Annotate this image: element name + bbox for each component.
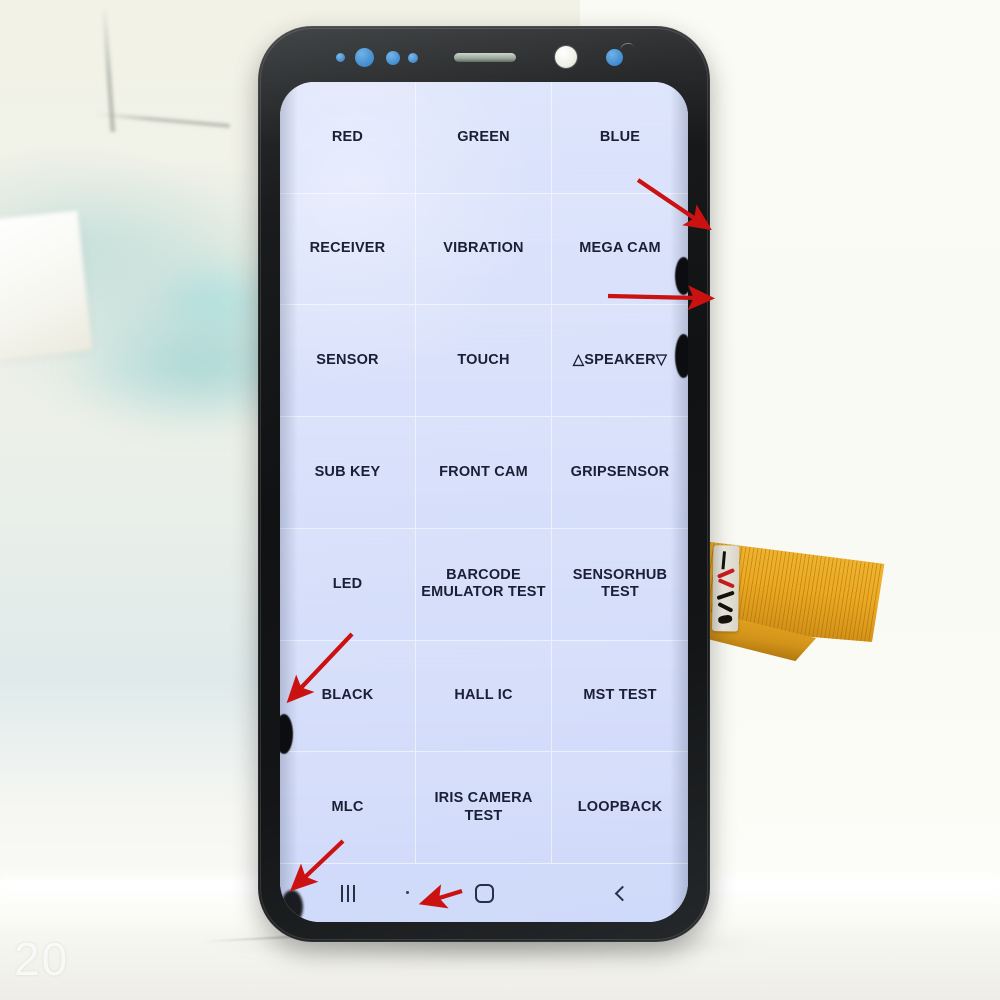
test-button-touch[interactable]: TOUCH [416,305,552,418]
label-mark [717,614,733,625]
screen-defect-dot [406,891,409,894]
sensor-dot-right-icon [606,49,623,66]
image-watermark: 20 [14,933,70,985]
test-button-black[interactable]: BLACK [280,640,416,753]
test-button-sub-key[interactable]: SUB KEY [280,417,416,529]
sensor-dot-icon [336,53,345,62]
nav-back-button[interactable] [592,873,648,913]
test-button-mst[interactable]: MST TEST [552,640,688,753]
service-mode-test-grid: RED GREEN BLUE RECEIVER VIBRATION MEGA C… [280,82,688,864]
test-button-led[interactable]: LED [280,528,416,641]
test-button-front-cam[interactable]: FRONT CAM [416,417,552,529]
screen-defect-right-lower [675,334,688,378]
screen-defect-bottom-left [281,890,303,922]
smartphone-device: RED GREEN BLUE RECEIVER VIBRATION MEGA C… [258,26,710,942]
back-chevron-icon [614,885,630,901]
android-navigation-bar [280,864,688,922]
nav-home-button[interactable] [456,873,512,913]
phone-display[interactable]: RED GREEN BLUE RECEIVER VIBRATION MEGA C… [280,82,688,922]
test-button-vibration[interactable]: VIBRATION [416,193,552,306]
test-button-mlc[interactable]: MLC [280,752,416,864]
test-button-gripsensor[interactable]: GRIPSENSOR [552,417,688,529]
flex-cable-label [711,545,740,632]
test-button-speaker[interactable]: △SPEAKER▽ [552,305,688,418]
proximity-sensor-icon [355,48,374,67]
home-icon [474,883,494,903]
test-button-red[interactable]: RED [280,82,416,194]
label-mark [717,578,735,589]
nav-recents-button[interactable] [320,873,376,913]
test-button-mega-cam[interactable]: MEGA CAM [552,193,688,306]
test-button-sensorhub[interactable]: SENSORHUB TEST [552,528,688,641]
test-button-loopback[interactable]: LOOPBACK [552,752,688,864]
front-camera-icon [555,46,577,68]
light-sensor-icon [408,53,418,63]
photo-scene: RED GREEN BLUE RECEIVER VIBRATION MEGA C… [0,0,1000,1000]
test-button-barcode-emulator[interactable]: BARCODE EMULATOR TEST [416,528,552,641]
label-mark [717,601,734,613]
test-button-iris-camera[interactable]: IRIS CAMERA TEST [416,752,552,864]
iris-sensor-icon [386,51,400,65]
label-mark [716,590,735,601]
background-paper [0,210,93,360]
test-button-sensor[interactable]: SENSOR [280,305,416,418]
earpiece-speaker-icon [454,53,516,62]
label-mark [716,568,736,579]
test-button-blue[interactable]: BLUE [552,82,688,194]
test-button-hall-ic[interactable]: HALL IC [416,640,552,753]
test-button-receiver[interactable]: RECEIVER [280,193,416,306]
label-mark [721,551,727,570]
bezel-hairline [619,41,635,52]
test-button-green[interactable]: GREEN [416,82,552,194]
screen-defect-right-upper [675,257,688,295]
recents-icon [341,884,355,902]
